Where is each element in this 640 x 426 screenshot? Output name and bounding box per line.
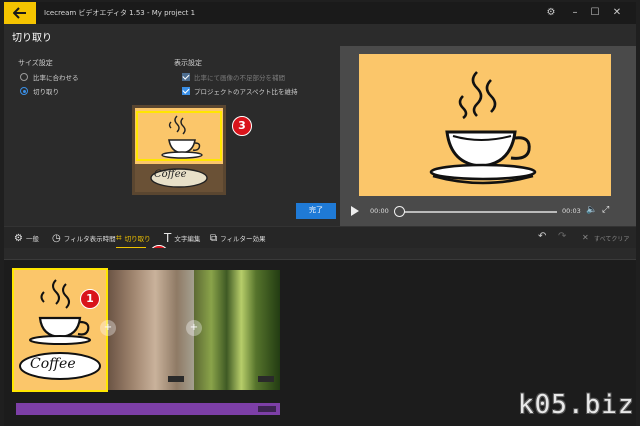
volume-icon[interactable]: 🔈 (586, 205, 597, 215)
timeline-ruler[interactable] (4, 248, 636, 260)
filter-icon: ⧉ (210, 232, 218, 244)
annotation-marker-3: 3 (232, 116, 252, 136)
clock-icon: ◷ (52, 232, 61, 244)
current-time: 00:00 (370, 207, 389, 215)
clear-all-icon[interactable]: ✕ (582, 233, 589, 242)
page-header: 切り取り (4, 24, 636, 46)
radio-crop[interactable]: 切り取り (20, 86, 59, 96)
timeline-clip-coffee[interactable]: Coffee (12, 268, 108, 392)
checkbox-icon (182, 73, 190, 81)
crop-selection-frame[interactable] (136, 111, 222, 161)
app-window: Icecream ビデオエディタ 1.53 - My project 1 ⚙ –… (0, 0, 640, 426)
settings-panel: サイズ設定 比率に合わせる 切り取り 表示設定 比率にて画像の不足部分を補間 プ… (4, 46, 340, 226)
done-button[interactable]: 完了 (296, 203, 336, 219)
maximize-button[interactable]: ☐ (588, 6, 602, 20)
radio-label: 比率に合わせる (33, 74, 79, 82)
duration-time: 00:03 (562, 207, 581, 215)
checkbox-icon (182, 87, 190, 95)
clip-thumbnail (19, 279, 101, 380)
page-title: 切り取り (12, 33, 52, 44)
settings-icon[interactable]: ⚙ (544, 6, 558, 20)
tab-filter-duration[interactable]: ◷ フィルタ表示時間 (52, 227, 116, 249)
undo-icon[interactable]: ↶ (538, 231, 546, 242)
clip-duration-badge (258, 376, 274, 382)
radio-icon (20, 73, 28, 81)
transition-add-icon[interactable]: + (186, 320, 202, 336)
radio-label: 切り取り (33, 88, 59, 96)
display-settings-title: 表示設定 (174, 59, 202, 67)
clip-caption: Coffee (30, 356, 76, 372)
window-title: Icecream ビデオエディタ 1.53 - My project 1 (44, 9, 196, 17)
redo-icon[interactable]: ↷ (558, 231, 566, 242)
back-button[interactable] (4, 2, 36, 24)
tab-label: フィルター効果 (220, 235, 266, 243)
checkbox-keep-aspect[interactable]: プロジェクトのアスペクト比を維持 (182, 86, 298, 96)
arrow-left-icon (13, 7, 26, 19)
minimize-button[interactable]: – (568, 6, 582, 20)
radio-icon (20, 87, 28, 95)
timeline-clip-3[interactable] (194, 270, 280, 390)
preview-image (359, 54, 611, 196)
tab-label: 文字編集 (174, 235, 201, 243)
transition-add-icon[interactable]: + (100, 320, 116, 336)
seek-knob[interactable] (394, 206, 405, 217)
play-icon[interactable] (350, 206, 360, 216)
radio-fit-ratio[interactable]: 比率に合わせる (20, 72, 79, 82)
checkbox-label: 比率にて画像の不足部分を補間 (194, 74, 285, 82)
tab-text-edit[interactable]: T 文字編集 (164, 227, 200, 249)
tab-label: フィルタ表示時間 (63, 235, 116, 243)
annotation-marker-1: 1 (80, 289, 100, 309)
crop-thumbnail[interactable]: Coffee (132, 105, 226, 195)
seek-bar[interactable] (400, 211, 557, 213)
close-button[interactable]: ✕ (610, 6, 624, 20)
tab-crop[interactable]: ⌗ 切り取り (116, 227, 151, 249)
tab-filter-effects[interactable]: ⧉ フィルター効果 (210, 227, 266, 249)
tab-general[interactable]: ⚙ 一般 (14, 227, 39, 249)
watermark: k05.biz (518, 390, 635, 420)
checkbox-fill-missing[interactable]: 比率にて画像の不足部分を補間 (182, 72, 285, 82)
clear-all-button[interactable]: すべてクリア (594, 234, 629, 243)
checkbox-label: プロジェクトのアスペクト比を維持 (194, 88, 298, 96)
title-bar: Icecream ビデオエディタ 1.53 - My project 1 ⚙ –… (4, 2, 636, 24)
edit-toolbar: ⚙ 一般 ◷ フィルタ表示時間 ⌗ 切り取り T 文字編集 ⧉ フィルター効果 … (4, 226, 636, 265)
crop-icon: ⌗ (116, 232, 122, 244)
tab-label: 切り取り (124, 235, 151, 243)
fullscreen-icon[interactable]: ⤢ (602, 205, 609, 215)
audio-duration-badge (258, 406, 276, 412)
gear-icon: ⚙ (14, 232, 23, 244)
timeline-clip-2[interactable] (108, 270, 194, 390)
size-settings-title: サイズ設定 (18, 59, 53, 67)
tab-label: 一般 (25, 235, 39, 243)
audio-track[interactable] (16, 403, 280, 415)
text-icon: T (164, 231, 172, 245)
preview-panel: 00:00 00:03 🔈 ⤢ (340, 46, 636, 226)
clip-duration-badge (168, 376, 184, 382)
thumbnail-caption: Coffee (154, 169, 187, 180)
